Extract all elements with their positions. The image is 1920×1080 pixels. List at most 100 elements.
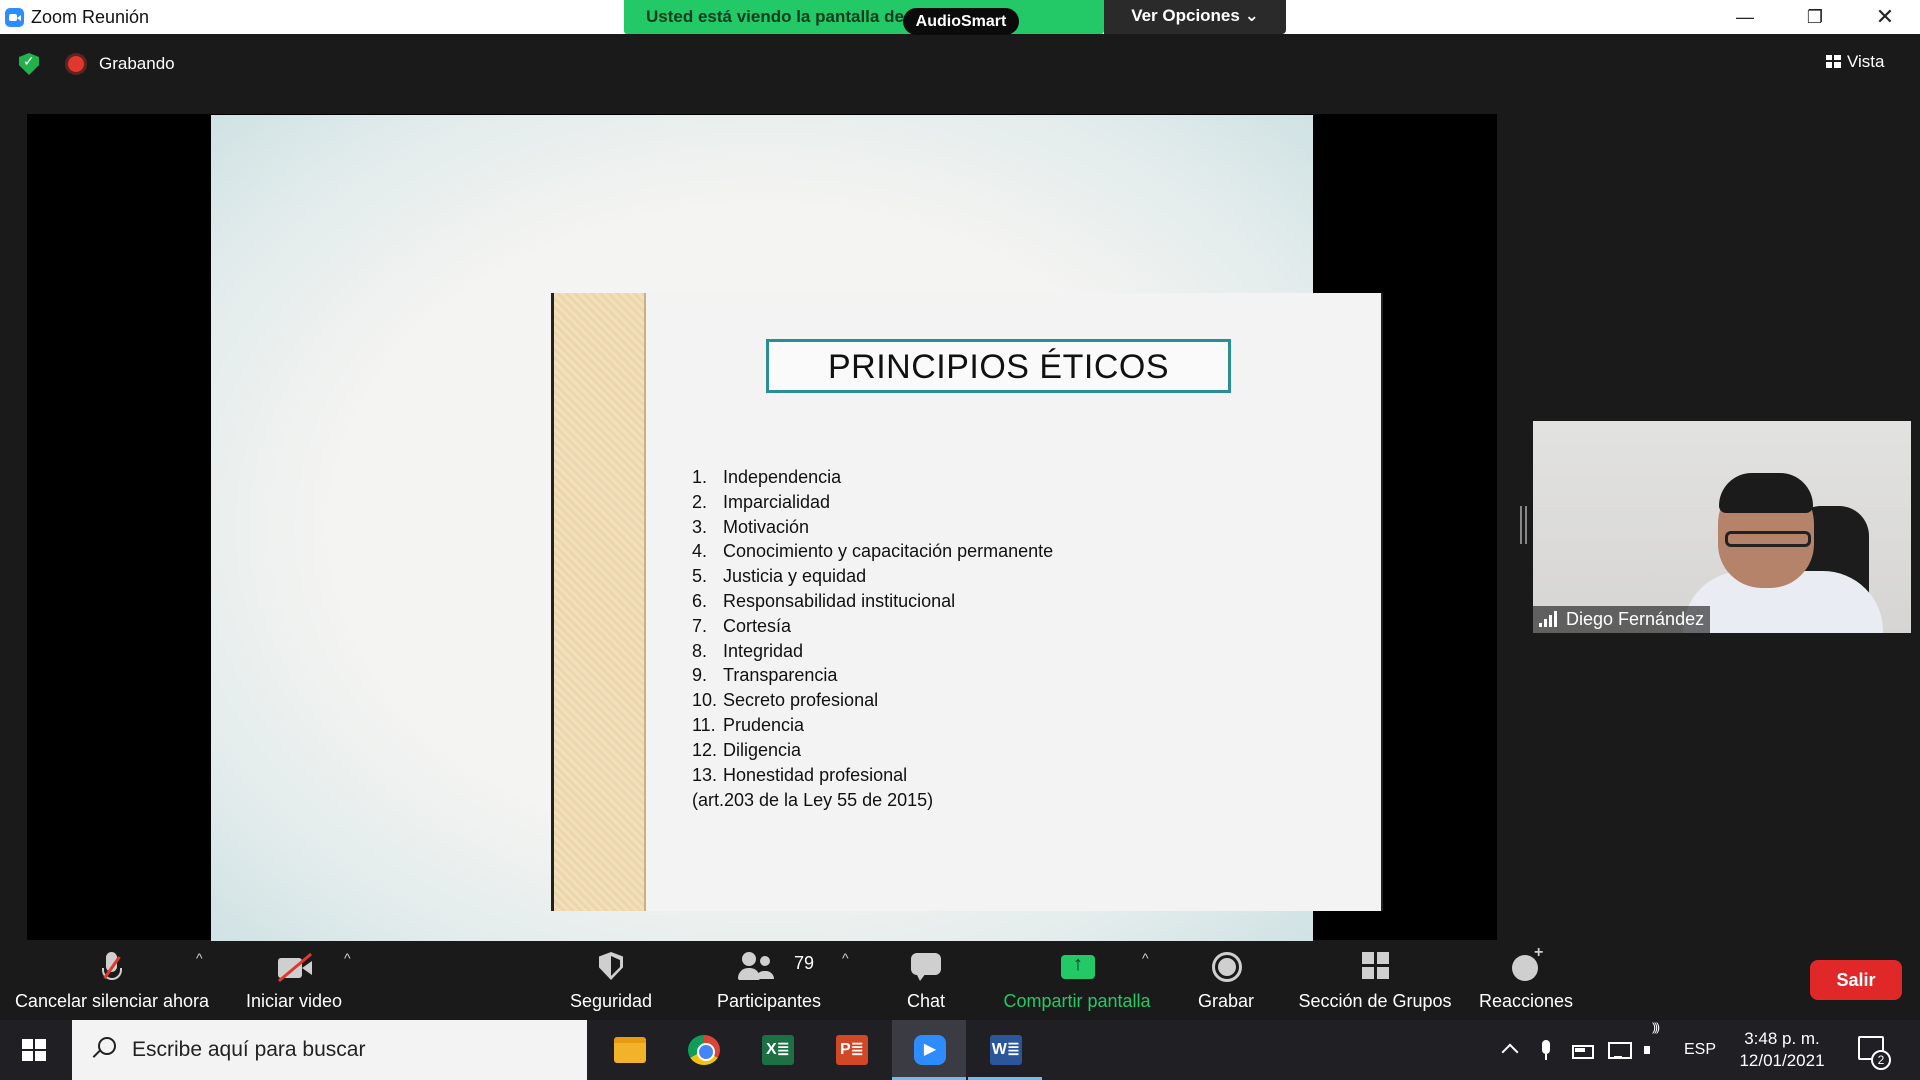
- list-item: 12. Diligencia: [692, 738, 1053, 763]
- leave-meeting-button[interactable]: Salir: [1810, 960, 1902, 1000]
- presentation-slide: PRINCIPIOS ÉTICOS 1. Independencia 2. Impa…: [211, 115, 1383, 941]
- list-item: 5. Justicia y equidad: [692, 564, 1053, 589]
- mute-label: Cancelar silenciar ahora: [14, 991, 210, 1011]
- network-icon[interactable]: [1608, 1040, 1632, 1060]
- start-video-button[interactable]: Iniciar video: [236, 942, 352, 1020]
- zoom-app-icon: [5, 8, 24, 27]
- item-text: Transparencia: [723, 665, 838, 686]
- zoom-taskbar-icon[interactable]: ▶: [892, 1020, 966, 1080]
- taskbar-clock[interactable]: 3:48 p. m. 12/01/2021: [1732, 1028, 1832, 1072]
- item-number: 11.: [692, 714, 716, 735]
- slide-decorative-stripe: [554, 293, 646, 911]
- list-item: 11. Prudencia: [692, 713, 1053, 738]
- participants-button[interactable]: 79 Participantes: [706, 942, 832, 1020]
- list-item: 4. Conocimiento y capacitación permanente: [692, 539, 1053, 564]
- list-item: 3. Motivación: [692, 515, 1053, 540]
- view-options-button[interactable]: Ver Opciones ⌄: [1104, 0, 1286, 34]
- word-icon[interactable]: W≣: [968, 1020, 1042, 1080]
- item-number: 4.: [692, 541, 708, 562]
- view-layout-button[interactable]: Vista: [1826, 48, 1906, 76]
- item-text: Motivación: [723, 516, 810, 537]
- screen-share-banner: Usted está viendo la pantalla de Tecnolo…: [624, 0, 1104, 34]
- list-item: 1. Independencia: [692, 465, 1053, 490]
- item-text: Conocimiento y capacitación permanente: [723, 541, 1054, 562]
- notification-count-badge: 2: [1871, 1050, 1891, 1070]
- encryption-shield-icon[interactable]: [19, 53, 39, 75]
- item-number: 2.: [692, 491, 708, 512]
- item-text: Integridad: [723, 640, 804, 661]
- participants-count: 79: [794, 953, 815, 973]
- participants-label: Participantes: [716, 991, 822, 1011]
- taskbar-search[interactable]: Escribe aquí para buscar: [72, 1020, 587, 1080]
- view-label: Vista: [1847, 52, 1885, 71]
- item-number: 13.: [692, 764, 718, 785]
- chat-button[interactable]: Chat: [880, 942, 972, 1020]
- item-text: Imparcialidad: [723, 491, 831, 512]
- excel-icon[interactable]: X≣: [740, 1020, 814, 1080]
- reactions-label: Reacciones: [1478, 991, 1574, 1011]
- slide-page: PRINCIPIOS ÉTICOS 1. Independencia 2. Impa…: [551, 293, 1383, 911]
- file-explorer-icon[interactable]: [592, 1020, 666, 1080]
- clock-time: 3:48 p. m.: [1744, 1029, 1820, 1048]
- item-number: 3.: [692, 516, 708, 537]
- chevron-up-icon[interactable]: [1500, 1040, 1520, 1060]
- share-screen-icon: [1059, 950, 1097, 984]
- item-number: 8.: [692, 640, 708, 661]
- reactions-icon: [1508, 944, 1544, 984]
- recording-label: Grabando: [99, 54, 175, 73]
- chat-bubble-icon: [908, 950, 944, 984]
- participant-video-tile[interactable]: Diego Fernández: [1533, 421, 1911, 633]
- volume-icon[interactable]: [1644, 1020, 1664, 1060]
- search-icon: [92, 1037, 116, 1059]
- security-button[interactable]: Seguridad: [556, 942, 666, 1020]
- item-number: 5.: [692, 566, 708, 587]
- powerpoint-icon[interactable]: P≣: [814, 1020, 888, 1080]
- minimize-button[interactable]: —: [1710, 0, 1780, 34]
- security-shield-icon: [593, 950, 629, 984]
- chrome-icon[interactable]: [666, 1020, 740, 1080]
- item-text: Honestidad profesional: [723, 764, 908, 785]
- mute-button[interactable]: Cancelar silenciar ahora: [8, 942, 216, 1020]
- list-item: 8. Integridad: [692, 639, 1053, 664]
- clock-date: 12/01/2021: [1739, 1051, 1825, 1070]
- item-number: 12.: [692, 739, 718, 760]
- security-label: Seguridad: [569, 991, 653, 1011]
- law-reference: (art.203 de la Ley 55 de 2015): [692, 790, 934, 810]
- windows-start-icon[interactable]: [10, 1030, 60, 1070]
- participant-name-bar: Diego Fernández: [1533, 606, 1711, 633]
- record-button[interactable]: Grabar: [1186, 942, 1266, 1020]
- participants-options-caret[interactable]: ^: [842, 950, 849, 966]
- restore-button[interactable]: ❐: [1780, 0, 1850, 34]
- audiosmart-badge[interactable]: AudioSmart: [903, 8, 1019, 35]
- item-text: Justicia y equidad: [723, 566, 867, 587]
- battery-icon[interactable]: [1572, 1040, 1594, 1060]
- share-screen-button[interactable]: Compartir pantalla: [990, 942, 1164, 1020]
- record-label: Grabar: [1197, 991, 1255, 1011]
- microphone-tray-icon[interactable]: [1536, 1040, 1556, 1060]
- principles-list: 1. Independencia 2. Imparcialidad 3. Motiva…: [692, 465, 1053, 787]
- item-number: 9.: [692, 665, 708, 686]
- video-options-caret[interactable]: ^: [344, 950, 351, 966]
- item-number: 1.: [692, 467, 708, 487]
- window-title: Zoom Reunión: [31, 7, 150, 27]
- hair-shape: [1719, 473, 1813, 513]
- item-number: 6.: [692, 590, 708, 611]
- breakout-rooms-button[interactable]: Sección de Grupos: [1292, 942, 1458, 1020]
- list-item: 7. Cortesía: [692, 614, 1053, 639]
- recording-dot-icon: [68, 56, 84, 72]
- close-button[interactable]: ✕: [1850, 0, 1920, 34]
- list-item: 13. Honestidad profesional: [692, 763, 1053, 788]
- audio-options-caret[interactable]: ^: [196, 950, 203, 966]
- list-item: 2. Imparcialidad: [692, 490, 1053, 515]
- glasses-shape: [1725, 531, 1811, 547]
- item-text: Secreto profesional: [723, 690, 879, 711]
- reactions-button[interactable]: Reacciones: [1474, 942, 1578, 1020]
- video-off-icon: [276, 950, 312, 984]
- panel-resize-handle[interactable]: [1520, 506, 1527, 544]
- input-language[interactable]: ESP: [1684, 1020, 1716, 1080]
- list-item: 10. Secreto profesional: [692, 688, 1053, 713]
- share-options-caret[interactable]: ^: [1142, 950, 1149, 966]
- participant-name: Diego Fernández: [1566, 609, 1705, 629]
- chat-label: Chat: [906, 991, 946, 1011]
- windows-taskbar: Escribe aquí para buscar X≣ P≣ ▶ W≣ ESP …: [0, 1020, 1920, 1080]
